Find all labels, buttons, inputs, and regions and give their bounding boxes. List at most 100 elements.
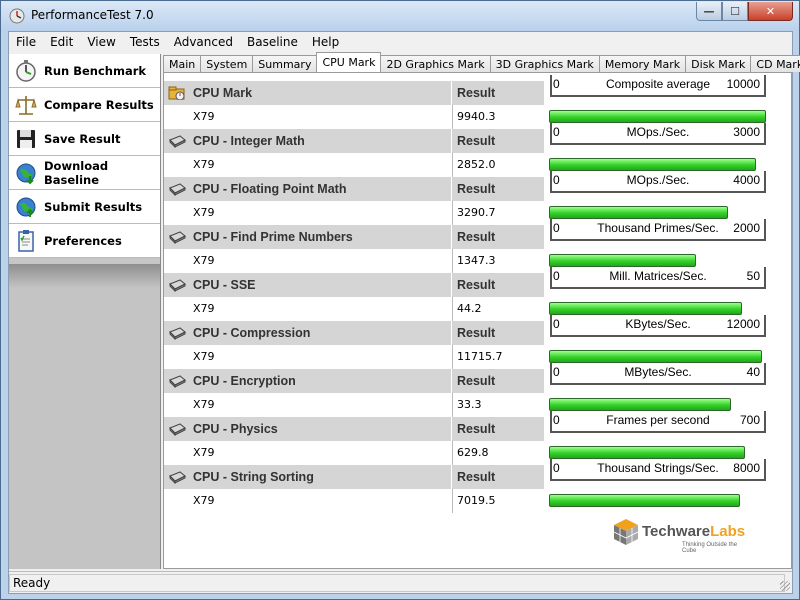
- machine-name: X79: [193, 398, 215, 411]
- test-result-row[interactable]: X79 2852.0: [164, 153, 544, 177]
- tab-cd-mark[interactable]: CD Mark: [750, 55, 800, 72]
- tab-disk-mark[interactable]: Disk Mark: [685, 55, 752, 72]
- sidebar: Run Benchmark Compare Results Save Resul…: [9, 54, 161, 569]
- test-name: CPU Mark: [193, 86, 253, 100]
- download-baseline-button[interactable]: Download Baseline: [9, 156, 160, 190]
- minimize-button[interactable]: —: [696, 2, 722, 21]
- result-column-header: Result: [457, 374, 496, 388]
- result-scale: 0 MOps./Sec. 4000: [550, 171, 766, 195]
- status-panel: [9, 574, 785, 592]
- status-text: Ready: [13, 575, 51, 590]
- save-result-button[interactable]: Save Result: [9, 122, 160, 156]
- test-header-row-cpu-mark[interactable]: CPU Mark Result: [164, 81, 544, 105]
- scale-max: 700: [739, 413, 760, 427]
- tab-memory-mark[interactable]: Memory Mark: [598, 55, 687, 72]
- menu-edit[interactable]: Edit: [43, 35, 80, 49]
- tab-summary[interactable]: Summary: [252, 55, 318, 72]
- test-name: CPU - SSE: [193, 278, 256, 292]
- result-value: 11715.7: [457, 350, 503, 363]
- sidebar-item-label: Preferences: [44, 233, 122, 248]
- run-benchmark-button[interactable]: Run Benchmark: [9, 54, 160, 88]
- test-header-row-cpu-sse[interactable]: CPU - SSE Result: [164, 273, 544, 297]
- result-bar-track: [549, 494, 767, 507]
- test-header-row-cpu-string-sorting[interactable]: CPU - String Sorting Result: [164, 465, 544, 489]
- result-scale: 0 KBytes/Sec. 12000: [550, 315, 766, 339]
- machine-name: X79: [193, 350, 215, 363]
- maximize-button[interactable]: ☐: [722, 2, 748, 21]
- close-button[interactable]: ✕: [748, 2, 793, 21]
- result-bar-track: [549, 302, 767, 315]
- result-column-header: Result: [457, 326, 496, 340]
- test-result-row[interactable]: X79 3290.7: [164, 201, 544, 225]
- test-header-row-cpu-compression[interactable]: CPU - Compression Result: [164, 321, 544, 345]
- tab-strip: Main System Summary CPU Mark 2D Graphics…: [163, 52, 800, 72]
- sidebar-empty-area: [9, 264, 160, 569]
- test-name-cell: CPU - Encryption: [164, 369, 452, 393]
- test-result-row[interactable]: X79 11715.7: [164, 345, 544, 369]
- result-bar: [549, 494, 740, 507]
- menu-help[interactable]: Help: [305, 35, 346, 49]
- scale-unit: Frames per second: [606, 413, 710, 427]
- test-header-row-cpu-encryption[interactable]: CPU - Encryption Result: [164, 369, 544, 393]
- column-divider: [452, 297, 453, 321]
- test-header-row-cpu-physics[interactable]: CPU - Physics Result: [164, 417, 544, 441]
- test-header-row-cpu-find-prime-numbers[interactable]: CPU - Find Prime Numbers Result: [164, 225, 544, 249]
- result-scale: 0 Composite average 10000: [550, 75, 766, 99]
- app-window: PerformanceTest 7.0 — ☐ ✕ File Edit View…: [0, 0, 800, 600]
- test-name: CPU - Floating Point Math: [193, 182, 347, 196]
- menu-tests[interactable]: Tests: [123, 35, 167, 49]
- test-result-row[interactable]: X79 9940.3: [164, 105, 544, 129]
- result-bar-track: [549, 110, 767, 123]
- machine-name: X79: [193, 110, 215, 123]
- test-header-row-cpu-integer-math[interactable]: CPU - Integer Math Result: [164, 129, 544, 153]
- result-value: 9940.3: [457, 110, 496, 123]
- menu-bar: File Edit View Tests Advanced Baseline H…: [9, 32, 792, 52]
- scale-max: 50: [746, 269, 760, 283]
- preferences-button[interactable]: Preferences: [9, 224, 160, 258]
- test-header-row-cpu-floating-point-math[interactable]: CPU - Floating Point Math Result: [164, 177, 544, 201]
- result-bar-track: [549, 206, 767, 219]
- tab-main[interactable]: Main: [163, 55, 202, 72]
- status-bar: Ready: [9, 571, 792, 593]
- tab-cpu-mark[interactable]: CPU Mark: [316, 52, 382, 72]
- tab-3d-graphics-mark[interactable]: 3D Graphics Mark: [489, 55, 600, 72]
- test-name-cell: CPU - Floating Point Math: [164, 177, 452, 201]
- sidebar-item-label: Download Baseline: [44, 158, 109, 187]
- logo-tagline: Thinking Outside the Cube: [682, 542, 738, 554]
- results-panel: TechwareLabs Thinking Outside the Cube C…: [163, 72, 792, 569]
- scale-unit: Mill. Matrices/Sec.: [609, 269, 707, 283]
- title-bar[interactable]: PerformanceTest 7.0 — ☐ ✕: [1, 1, 799, 31]
- result-scale: 0 Thousand Strings/Sec. 8000: [550, 459, 766, 483]
- result-column-header: Result: [457, 86, 496, 100]
- result-scale: 0 Thousand Primes/Sec. 2000: [550, 219, 766, 243]
- menu-advanced[interactable]: Advanced: [167, 35, 240, 49]
- test-name-cell: CPU Mark: [164, 81, 452, 105]
- machine-name: X79: [193, 254, 215, 267]
- menu-view[interactable]: View: [80, 35, 122, 49]
- menu-baseline[interactable]: Baseline: [240, 35, 305, 49]
- test-result-row[interactable]: X79 1347.3: [164, 249, 544, 273]
- tab-2d-graphics-mark[interactable]: 2D Graphics Mark: [380, 55, 491, 72]
- submit-results-button[interactable]: Submit Results: [9, 190, 160, 224]
- menu-file[interactable]: File: [9, 35, 43, 49]
- logo-brand: TechwareLabs: [642, 523, 746, 540]
- test-result-row[interactable]: X79 33.3: [164, 393, 544, 417]
- test-name-cell: CPU - String Sorting: [164, 465, 452, 489]
- test-result-row[interactable]: X79 7019.5: [164, 489, 544, 513]
- result-scale: 0 Frames per second 700: [550, 411, 766, 435]
- scale-max: 40: [746, 365, 760, 379]
- test-name: CPU - Encryption: [193, 374, 296, 388]
- compare-results-button[interactable]: Compare Results: [9, 88, 160, 122]
- test-result-row[interactable]: X79 629.8: [164, 441, 544, 465]
- resize-grip[interactable]: [780, 581, 790, 591]
- cpu-chip-icon: [169, 279, 186, 292]
- test-name-cell: CPU - Physics: [164, 417, 452, 441]
- test-result-row[interactable]: X79 44.2: [164, 297, 544, 321]
- cpu-chip-icon: [169, 231, 186, 244]
- test-name-cell: CPU - Integer Math: [164, 129, 452, 153]
- test-name-cell: CPU - SSE: [164, 273, 452, 297]
- result-value: 44.2: [457, 302, 482, 315]
- machine-name: X79: [193, 302, 215, 315]
- result-bar: [549, 302, 742, 315]
- tab-system[interactable]: System: [200, 55, 254, 72]
